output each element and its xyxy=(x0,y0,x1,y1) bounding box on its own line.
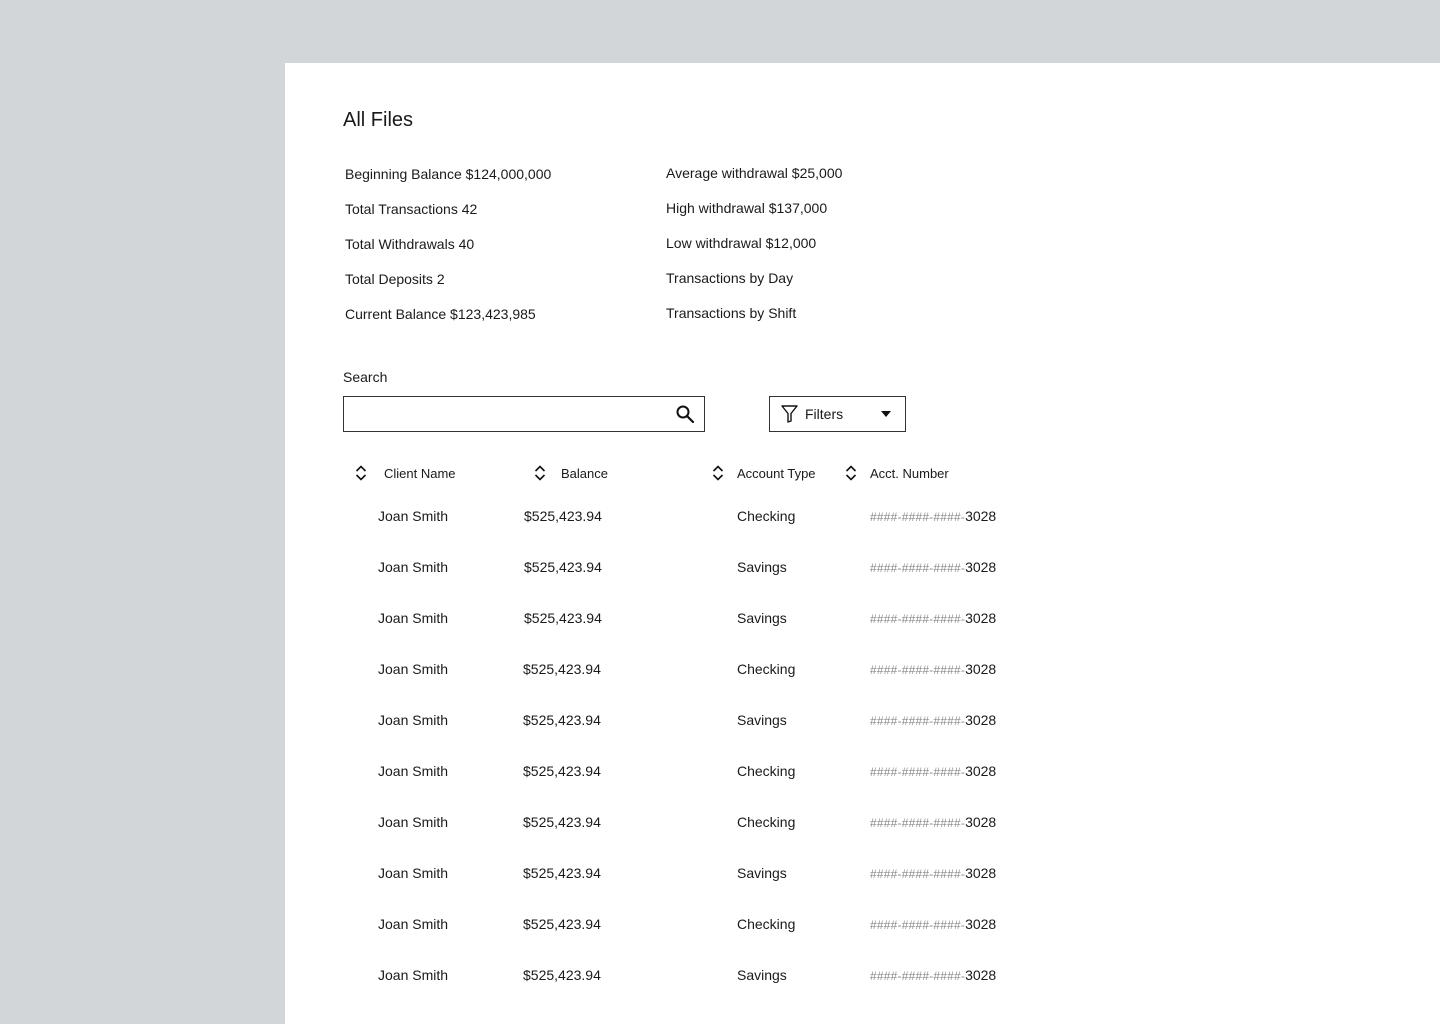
sort-client-name-icon[interactable] xyxy=(355,465,367,481)
acct-last-digits: 3028 xyxy=(965,967,997,983)
cell-account-type: Checking xyxy=(737,661,796,677)
cell-client-name: Joan Smith xyxy=(378,610,449,626)
acct-mask: ####-####-####- xyxy=(870,561,966,575)
cell-balance: $525,423.94 xyxy=(523,763,601,779)
cell-balance: $525,423.94 xyxy=(524,508,602,524)
cell-acct-number: ####-####-####-3028 xyxy=(870,967,996,983)
acct-last-digits: 3028 xyxy=(965,916,997,932)
caret-down-icon xyxy=(881,411,891,417)
stat-low-withdrawal: Low withdrawal $12,000 xyxy=(666,235,817,251)
stat-total-withdrawals: Total Withdrawals 40 xyxy=(345,236,475,252)
cell-client-name: Joan Smith xyxy=(378,712,449,728)
link-transactions-by-shift[interactable]: Transactions by Shift xyxy=(666,305,796,321)
cell-client-name: Joan Smith xyxy=(378,865,449,881)
acct-mask: ####-####-####- xyxy=(870,663,966,677)
search-box xyxy=(343,396,705,432)
cell-acct-number: ####-####-####-3028 xyxy=(870,610,996,626)
acct-mask: ####-####-####- xyxy=(870,969,966,983)
table-row[interactable]: Joan Smith $525,423.94 Checking ####-###… xyxy=(343,508,1043,559)
cell-balance: $525,423.94 xyxy=(524,610,602,626)
filters-dropdown[interactable]: Filters xyxy=(769,396,906,432)
column-header-account-type[interactable]: Account Type xyxy=(737,466,816,481)
stat-average-withdrawal: Average withdrawal $25,000 xyxy=(666,165,843,181)
stat-high-withdrawal: High withdrawal $137,000 xyxy=(666,200,828,216)
acct-last-digits: 3028 xyxy=(965,763,997,779)
cell-account-type: Savings xyxy=(737,865,787,881)
cell-account-type: Savings xyxy=(737,967,787,983)
table-row[interactable]: Joan Smith $525,423.94 Savings ####-####… xyxy=(343,559,1043,610)
acct-last-digits: 3028 xyxy=(965,865,997,881)
acct-last-digits: 3028 xyxy=(965,661,997,677)
table-row[interactable]: Joan Smith $525,423.94 Checking ####-###… xyxy=(343,661,1043,712)
column-header-client-name[interactable]: Client Name xyxy=(384,466,456,481)
cell-acct-number: ####-####-####-3028 xyxy=(870,559,996,575)
cell-account-type: Savings xyxy=(737,610,787,626)
acct-mask: ####-####-####- xyxy=(870,510,966,524)
acct-mask: ####-####-####- xyxy=(870,867,966,881)
cell-client-name: Joan Smith xyxy=(378,814,449,830)
cell-balance: $525,423.94 xyxy=(523,661,601,677)
cell-client-name: Joan Smith xyxy=(378,508,449,524)
sort-balance-icon[interactable] xyxy=(534,465,546,481)
cell-account-type: Savings xyxy=(737,712,787,728)
cell-acct-number: ####-####-####-3028 xyxy=(870,661,996,677)
sort-account-type-icon[interactable] xyxy=(712,465,724,481)
cell-client-name: Joan Smith xyxy=(378,967,449,983)
cell-client-name: Joan Smith xyxy=(378,661,449,677)
acct-last-digits: 3028 xyxy=(965,610,997,626)
acct-last-digits: 3028 xyxy=(965,814,997,830)
filter-funnel-icon xyxy=(781,405,798,423)
table-row[interactable]: Joan Smith $525,423.94 Savings ####-####… xyxy=(343,610,1043,661)
main-panel: All Files Beginning Balance $124,000,000… xyxy=(285,63,1440,1024)
cell-balance: $525,423.94 xyxy=(524,559,602,575)
acct-mask: ####-####-####- xyxy=(870,714,966,728)
table-row[interactable]: Joan Smith $525,423.94 Checking ####-###… xyxy=(343,814,1043,865)
acct-last-digits: 3028 xyxy=(965,508,997,524)
cell-account-type: Checking xyxy=(737,814,796,830)
search-input[interactable] xyxy=(344,397,664,431)
filters-label: Filters xyxy=(805,406,844,422)
acct-last-digits: 3028 xyxy=(965,559,997,575)
cell-acct-number: ####-####-####-3028 xyxy=(870,712,996,728)
acct-mask: ####-####-####- xyxy=(870,816,966,830)
table-row[interactable]: Joan Smith $525,423.94 Savings ####-####… xyxy=(343,967,1043,1018)
cell-account-type: Checking xyxy=(737,916,796,932)
stat-current-balance: Current Balance $123,423,985 xyxy=(345,306,536,322)
column-header-balance[interactable]: Balance xyxy=(561,466,608,481)
cell-account-type: Checking xyxy=(737,763,796,779)
cell-acct-number: ####-####-####-3028 xyxy=(870,814,996,830)
link-transactions-by-day[interactable]: Transactions by Day xyxy=(666,270,793,286)
cell-client-name: Joan Smith xyxy=(378,763,449,779)
cell-client-name: Joan Smith xyxy=(378,916,449,932)
cell-balance: $525,423.94 xyxy=(523,814,601,830)
stat-total-transactions: Total Transactions 42 xyxy=(345,201,478,217)
cell-balance: $525,423.94 xyxy=(523,712,601,728)
column-header-acct-number[interactable]: Acct. Number xyxy=(870,466,949,481)
stat-beginning-balance: Beginning Balance $124,000,000 xyxy=(345,166,552,182)
sort-acct-number-icon[interactable] xyxy=(845,465,857,481)
page-title: All Files xyxy=(343,109,414,131)
acct-last-digits: 3028 xyxy=(965,712,997,728)
search-icon[interactable] xyxy=(676,405,694,423)
table-row[interactable]: Joan Smith $525,423.94 Checking ####-###… xyxy=(343,916,1043,967)
cell-account-type: Savings xyxy=(737,559,787,575)
cell-acct-number: ####-####-####-3028 xyxy=(870,763,996,779)
cell-account-type: Checking xyxy=(737,508,796,524)
cell-acct-number: ####-####-####-3028 xyxy=(870,508,996,524)
stat-total-deposits: Total Deposits 2 xyxy=(345,271,445,287)
table-row[interactable]: Joan Smith $525,423.94 Checking ####-###… xyxy=(343,763,1043,814)
cell-balance: $525,423.94 xyxy=(523,916,601,932)
acct-mask: ####-####-####- xyxy=(870,765,966,779)
cell-acct-number: ####-####-####-3028 xyxy=(870,916,996,932)
cell-balance: $525,423.94 xyxy=(523,967,601,983)
table-row[interactable]: Joan Smith $525,423.94 Savings ####-####… xyxy=(343,712,1043,763)
cell-acct-number: ####-####-####-3028 xyxy=(870,865,996,881)
search-label: Search xyxy=(343,369,388,385)
cell-balance: $525,423.94 xyxy=(523,865,601,881)
acct-mask: ####-####-####- xyxy=(870,612,966,626)
table-row[interactable]: Joan Smith $525,423.94 Savings ####-####… xyxy=(343,865,1043,916)
acct-mask: ####-####-####- xyxy=(870,918,966,932)
cell-client-name: Joan Smith xyxy=(378,559,449,575)
